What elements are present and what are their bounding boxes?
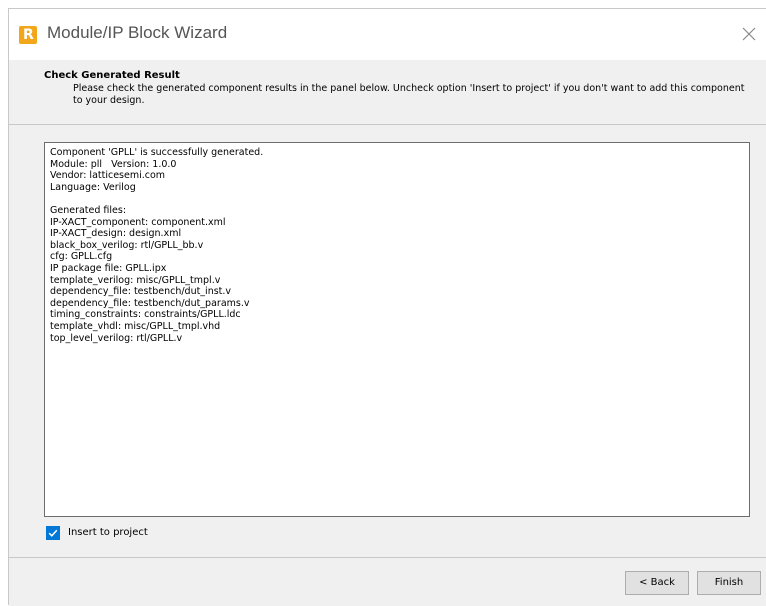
- insert-to-project-label: Insert to project: [68, 527, 148, 538]
- title-bar: R Module/IP Block Wizard: [9, 9, 766, 60]
- close-icon: [742, 27, 756, 41]
- wizard-header: Check Generated Result Please check the …: [9, 60, 766, 125]
- wizard-body: Component 'GPLL' is successfully generat…: [9, 125, 766, 557]
- page-title: Check Generated Result: [44, 70, 180, 81]
- result-panel[interactable]: Component 'GPLL' is successfully generat…: [44, 142, 750, 517]
- page-description: Please check the generated component res…: [73, 83, 745, 106]
- finish-button[interactable]: Finish: [697, 571, 761, 595]
- window-title: Module/IP Block Wizard: [47, 23, 228, 42]
- insert-to-project-checkbox[interactable]: [46, 526, 60, 540]
- wizard-footer: < Back Finish: [9, 557, 766, 606]
- back-button[interactable]: < Back: [625, 571, 689, 595]
- lattice-logo-icon: R: [19, 26, 37, 44]
- wizard-window: R Module/IP Block Wizard Check Generated…: [8, 8, 766, 606]
- checkmark-icon: [48, 529, 58, 537]
- close-button[interactable]: [738, 23, 760, 45]
- result-text: Component 'GPLL' is successfully generat…: [50, 147, 264, 344]
